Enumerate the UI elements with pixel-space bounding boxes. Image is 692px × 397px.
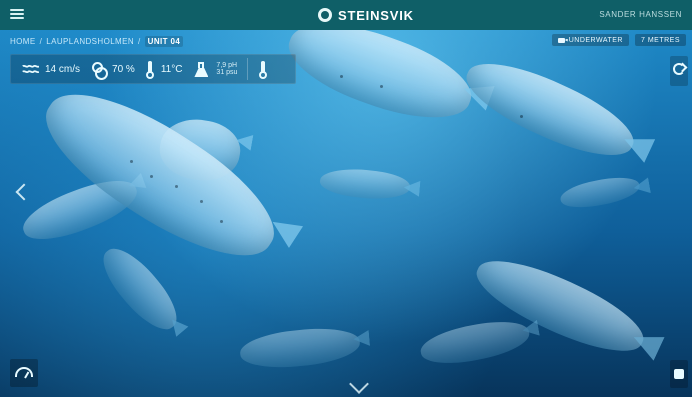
hamburger-menu-icon	[10, 17, 24, 19]
ph-value: 7,9 pH	[216, 62, 238, 69]
fish-silhouette	[558, 173, 642, 212]
expand-bottom-button[interactable]	[346, 374, 370, 394]
camera-mode-badge[interactable]: UNDERWATER	[551, 34, 629, 46]
thermometer-icon	[258, 60, 268, 79]
breadcrumb-current: UNIT 04	[144, 35, 184, 47]
snapshot-icon	[674, 369, 684, 379]
salinity-value: 31 psu	[216, 69, 238, 76]
fish-silhouette	[318, 166, 412, 202]
brand-name: STEINSVIK	[338, 7, 414, 23]
depth-badge[interactable]: 7 METRES	[634, 34, 686, 46]
oxygen-value: 70 %	[112, 63, 135, 75]
fish-speckle	[220, 220, 223, 223]
fish-silhouette	[93, 238, 187, 340]
steinsvik-logo-icon	[318, 8, 332, 22]
fish-speckle	[130, 160, 133, 163]
fish-silhouette	[238, 324, 362, 372]
oxygen-icon	[90, 61, 109, 80]
flask-icon	[192, 60, 210, 78]
fish-speckle	[520, 115, 523, 118]
breadcrumb-separator: /	[138, 36, 141, 46]
breadcrumb-site[interactable]: LAUPLANDSHOLMEN	[46, 37, 134, 46]
ph-salinity-values: 7,9 pH 31 psu	[216, 62, 237, 76]
camera-icon	[557, 37, 565, 43]
thermometer-icon	[145, 60, 155, 79]
sensor-divider	[247, 58, 249, 80]
breadcrumb-home[interactable]: HOME	[10, 37, 36, 46]
fish-silhouette	[278, 30, 482, 137]
gauge-icon	[15, 367, 33, 377]
sensor-oxygen: 70 %	[90, 61, 135, 80]
underwater-video	[0, 30, 692, 397]
app-frame: STEINSVIK SANDER HANSSEN HOME / LAUPLAND…	[0, 0, 692, 397]
refresh-icon	[673, 63, 685, 75]
fish-speckle	[150, 175, 153, 178]
fish-speckle	[380, 85, 383, 88]
user-name[interactable]: SANDER HANSSEN	[599, 10, 682, 19]
fish-speckle	[175, 185, 178, 188]
sensor-ph-salinity: 7,9 pH 31 psu	[192, 60, 237, 78]
chevron-left-icon	[15, 183, 33, 201]
hamburger-menu-button[interactable]	[10, 7, 24, 21]
sensor-temperature-secondary[interactable]	[258, 60, 268, 79]
snapshot-button[interactable]	[670, 360, 688, 388]
current-speed-value: 14 cm/s	[45, 63, 81, 75]
breadcrumb-separator: /	[39, 36, 43, 46]
refresh-button[interactable]	[670, 56, 688, 86]
fish-speckle	[340, 75, 343, 78]
depth-label: 7 METRES	[640, 36, 680, 44]
camera-mode-label: UNDERWATER	[568, 36, 623, 44]
hamburger-menu-icon	[10, 9, 24, 11]
fish-silhouette	[26, 66, 294, 284]
camera-status: UNDERWATER 7 METRES	[551, 34, 686, 46]
previous-camera-button[interactable]	[14, 182, 33, 216]
top-bar: STEINSVIK SANDER HANSSEN	[0, 0, 692, 31]
gauge-button[interactable]	[10, 359, 38, 387]
sensor-strip: 14 cm/s 70 % 11°C 7,9 pH 31 psu	[10, 54, 296, 84]
sensor-current: 14 cm/s	[21, 60, 80, 78]
temperature-value: 11°C	[160, 63, 183, 75]
breadcrumb: HOME / LAUPLANDSHOLMEN / UNIT 04	[10, 34, 184, 48]
wave-icon	[22, 64, 39, 74]
brand: STEINSVIK	[318, 6, 414, 24]
sensor-temperature: 11°C	[145, 60, 183, 79]
hamburger-menu-icon	[10, 13, 24, 15]
fish-silhouette	[417, 315, 533, 370]
fish-speckle	[200, 200, 203, 203]
